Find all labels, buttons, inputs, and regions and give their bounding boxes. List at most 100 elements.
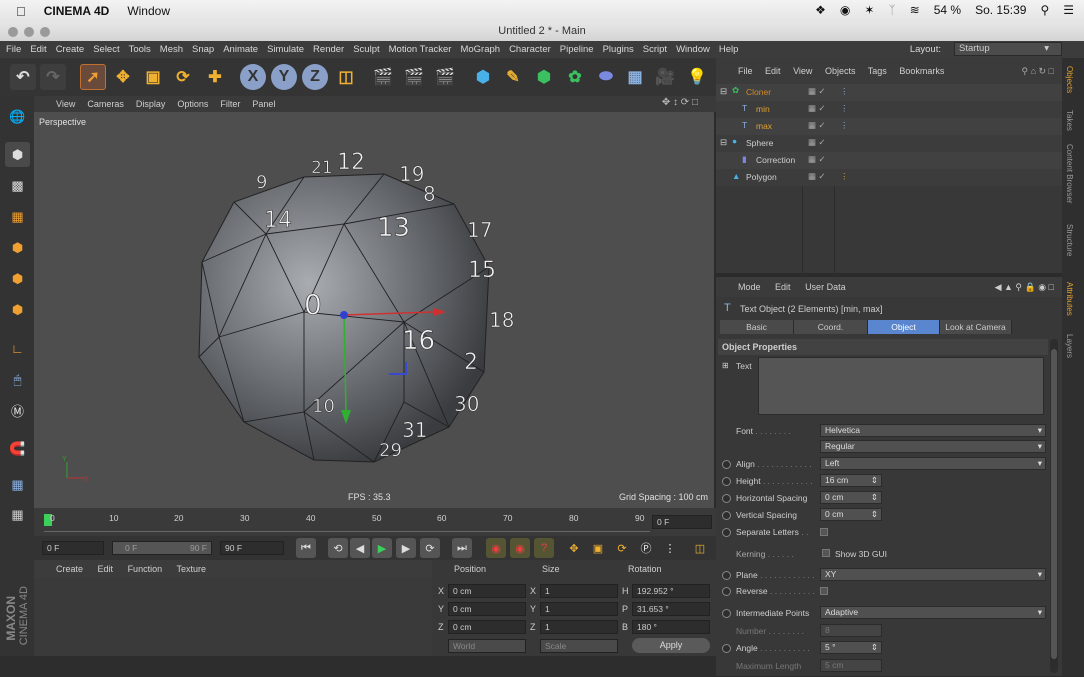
menu-mograph[interactable]: MoGraph <box>460 44 500 55</box>
object-row-correction[interactable]: ▮ Correction ▦ ✓ <box>716 152 1062 169</box>
side-tab-attributes[interactable]: Attributes <box>1065 282 1074 316</box>
model-mode-icon[interactable]: ⬢ <box>5 142 30 167</box>
dropbox-icon[interactable]: ❖ <box>815 3 826 17</box>
cube-icon[interactable]: ⬢ <box>470 64 496 90</box>
rotate-tool-icon[interactable]: ⟳ <box>170 64 196 90</box>
z-axis-lock-icon[interactable]: Z <box>302 64 328 90</box>
go-to-start-icon[interactable]: ⏮ <box>296 538 316 558</box>
menu-snap[interactable]: Snap <box>192 44 214 55</box>
align-animate-toggle[interactable] <box>722 460 731 469</box>
spotlight-search-icon[interactable]: ⚲ <box>1040 3 1049 17</box>
viewport-menu-display[interactable]: Display <box>136 99 166 109</box>
object-menu-view[interactable]: View <box>793 66 812 76</box>
menu-plugins[interactable]: Plugins <box>603 44 634 55</box>
vspacing-animate-toggle[interactable] <box>722 511 731 520</box>
record-position-icon[interactable]: ✥ <box>564 538 584 558</box>
material-manager[interactable]: Create Edit Function Texture <box>34 560 432 656</box>
camera-icon[interactable]: 🎥 <box>652 64 678 90</box>
edges-mode-icon[interactable]: ⬢ <box>5 266 30 291</box>
play-icon[interactable]: ▶ <box>372 538 392 558</box>
viewport-menu-filter[interactable]: Filter <box>220 99 240 109</box>
next-key-icon[interactable]: ⟳ <box>420 538 440 558</box>
layout-dropdown[interactable]: Startup ▾ <box>954 42 1062 56</box>
side-tab-structure[interactable]: Structure <box>1065 224 1074 256</box>
render-view-icon[interactable]: 🎬 <box>370 64 396 90</box>
object-menu-edit[interactable]: Edit <box>765 66 781 76</box>
window-menu[interactable]: Window <box>127 4 170 18</box>
mograph-cloner-icon[interactable]: ✿ <box>562 64 588 90</box>
menu-window[interactable]: Window <box>676 44 710 55</box>
x-axis-lock-icon[interactable]: X <box>240 64 266 90</box>
stepper-icon[interactable]: ⇕ <box>871 642 878 653</box>
timeline-ruler[interactable]: 0 10 20 30 40 50 60 70 80 90 0 F <box>34 508 716 536</box>
move-tool-icon[interactable]: ✥ <box>110 64 136 90</box>
current-frame-field[interactable]: 0 F <box>652 515 712 529</box>
battery-status[interactable]: 54 % <box>934 3 961 17</box>
tag-icon[interactable]: ⋮ <box>840 103 849 114</box>
menu-create[interactable]: Create <box>56 44 85 55</box>
height-animate-toggle[interactable] <box>722 477 731 486</box>
intermediate-points-dropdown[interactable]: Adaptive ▾ <box>820 606 1046 619</box>
y-axis-lock-icon[interactable]: Y <box>271 64 297 90</box>
go-to-end-icon[interactable]: ⏭ <box>452 538 472 558</box>
reverse-animate-toggle[interactable] <box>722 587 731 596</box>
previous-frame-icon[interactable]: ◀ <box>350 538 370 558</box>
object-menu-objects[interactable]: Objects <box>825 66 856 76</box>
menu-mesh[interactable]: Mesh <box>160 44 183 55</box>
attribute-scrollbar[interactable] <box>1050 339 1058 673</box>
preview-range-slider[interactable]: 0 F 90 F <box>112 541 212 555</box>
hspacing-animate-toggle[interactable] <box>722 494 731 503</box>
record-scale-icon[interactable]: ▣ <box>588 538 608 558</box>
viewport-menu-panel[interactable]: Panel <box>252 99 275 109</box>
object-manager-tools-icon[interactable]: ⚲ ⌂ ↻ □ <box>1021 58 1054 84</box>
visibility-toggle[interactable]: ▦ ✓ <box>808 171 826 182</box>
angle-animate-toggle[interactable] <box>722 644 731 653</box>
menu-animate[interactable]: Animate <box>223 44 258 55</box>
make-editable-icon[interactable]: 🌐 <box>5 104 30 129</box>
menu-render[interactable]: Render <box>313 44 344 55</box>
apple-icon[interactable]:  <box>16 4 26 19</box>
material-menu-function[interactable]: Function <box>128 564 163 574</box>
expand-icon[interactable]: ⊞ <box>722 361 729 370</box>
show-3d-gui-checkbox[interactable] <box>822 549 830 557</box>
menu-sculpt[interactable]: Sculpt <box>353 44 379 55</box>
perspective-viewport[interactable]: Y X Perspective FPS : 35.3 Grid Spacing … <box>34 112 714 508</box>
record-active-objects-icon[interactable]: ◉ <box>486 538 506 558</box>
font-style-dropdown[interactable]: Regular ▾ <box>820 440 1046 453</box>
viewport-menu-cameras[interactable]: Cameras <box>87 99 124 109</box>
size-z-field[interactable]: 1 <box>540 620 618 634</box>
reverse-checkbox[interactable] <box>820 587 828 595</box>
rotation-b-field[interactable]: 180 ° <box>632 620 710 634</box>
wifi-icon[interactable]: ≋ <box>910 3 920 17</box>
tweak-mode-icon[interactable]: 🖱 <box>5 367 30 392</box>
workplane-mode-icon[interactable]: ▦ <box>5 204 30 229</box>
size-x-field[interactable]: 1 <box>540 584 618 598</box>
viewport-menu-options[interactable]: Options <box>177 99 208 109</box>
apply-button[interactable]: Apply <box>632 638 710 653</box>
attr-menu-edit[interactable]: Edit <box>775 282 791 292</box>
coordinate-mode-dropdown[interactable]: World <box>448 639 526 653</box>
minimize-window-button[interactable] <box>24 27 34 37</box>
tag-icon[interactable]: ⋮ <box>840 86 849 97</box>
end-frame-field[interactable]: 90 F <box>220 541 284 555</box>
start-frame-field[interactable]: 0 F <box>42 541 104 555</box>
object-row-min[interactable]: T min ▦ ✓ ⋮ <box>716 101 1062 118</box>
viewport-menu-view[interactable]: View <box>56 99 75 109</box>
expand-icon[interactable]: ⊟ <box>720 86 727 97</box>
menu-motion-tracker[interactable]: Motion Tracker <box>389 44 452 55</box>
tag-icon[interactable]: ⋮ <box>840 120 849 131</box>
object-row-polygon[interactable]: ▲ Polygon ▦ ✓ ⋮ <box>716 169 1062 186</box>
side-tab-objects[interactable]: Objects <box>1065 66 1074 93</box>
align-dropdown[interactable]: Left ▾ <box>820 457 1046 470</box>
object-row-sphere[interactable]: ⊟ ● Sphere ▦ ✓ <box>716 135 1062 152</box>
app-name-menu[interactable]: CINEMA 4D <box>44 4 110 18</box>
previous-key-icon[interactable]: ⟲ <box>328 538 348 558</box>
grid-app-icon[interactable]: ✶ <box>864 3 874 17</box>
separate-letters-checkbox[interactable] <box>820 528 828 536</box>
clock[interactable]: So. 15:39 <box>975 3 1026 17</box>
attribute-scrollbar-thumb[interactable] <box>1051 349 1057 659</box>
font-family-dropdown[interactable]: Helvetica ▾ <box>820 424 1046 437</box>
object-row-max[interactable]: T max ▦ ✓ ⋮ <box>716 118 1062 135</box>
points-mode-icon[interactable]: ⬢ <box>5 235 30 260</box>
stepper-icon[interactable]: ⇕ <box>871 492 878 503</box>
